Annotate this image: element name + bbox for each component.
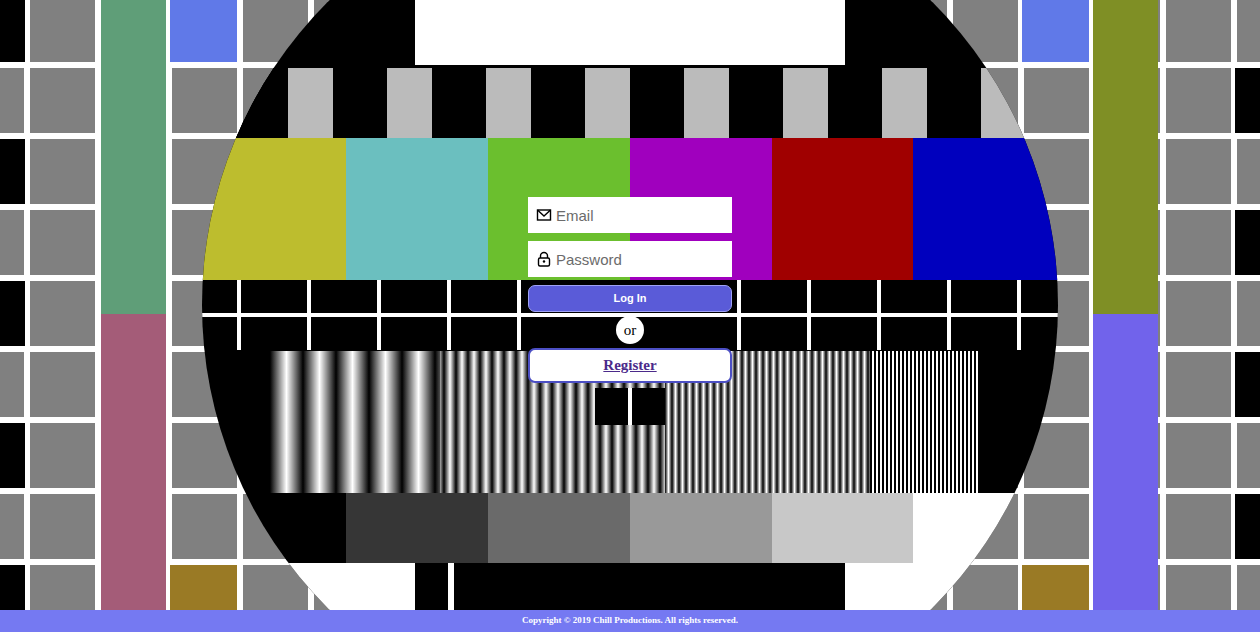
or-separator: or [616, 316, 644, 344]
login-button[interactable]: Log In [528, 285, 732, 312]
login-form: Log In or Register [528, 197, 732, 383]
email-field[interactable] [528, 197, 732, 233]
login-page: Log In or Register [0, 0, 1260, 610]
footer: Copyright © 2019 Chill Productions. All … [0, 610, 1260, 632]
copyright-text: Copyright © 2019 Chill Productions. All … [522, 614, 738, 628]
email-input[interactable] [556, 199, 724, 232]
envelope-icon [536, 207, 552, 223]
password-input[interactable] [556, 243, 724, 276]
register-link[interactable]: Register [528, 348, 732, 383]
lock-icon [536, 251, 552, 267]
password-field[interactable] [528, 241, 732, 277]
